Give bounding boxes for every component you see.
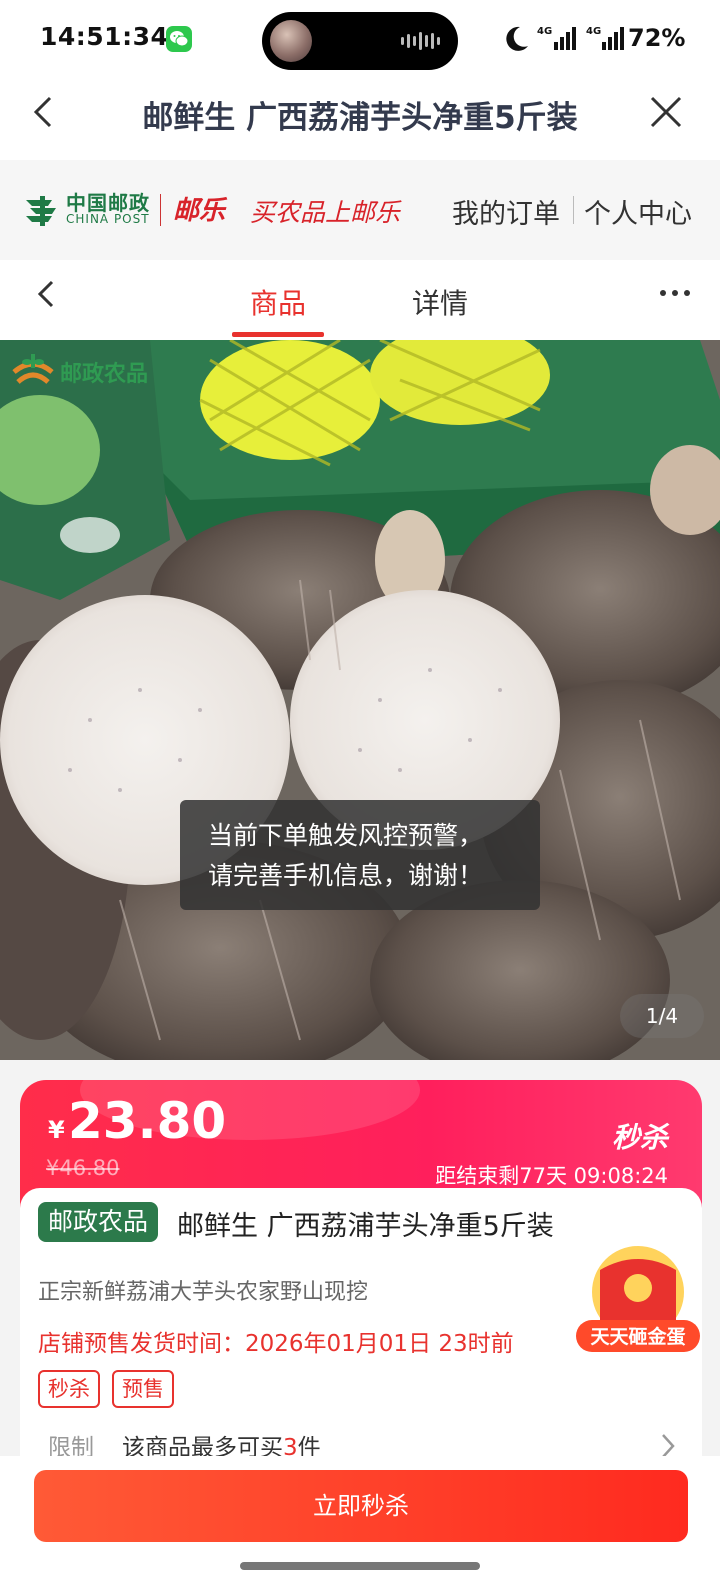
home-indicator[interactable] (240, 1562, 480, 1570)
brand-bar: 中国邮政 CHINA POST 邮乐 买农品上邮乐 我的订单 个人中心 (0, 160, 720, 260)
countdown-timer: 距结束剩77天 09:08:24 (435, 1164, 668, 1188)
network-label-1: 4G (537, 26, 553, 37)
tag-presale: 预售 (112, 1370, 174, 1408)
audio-wave-icon (401, 32, 440, 50)
tag-flash-sale: 秒杀 (38, 1370, 100, 1408)
original-price: ¥46.80 (46, 1156, 120, 1180)
more-icon[interactable] (660, 290, 690, 296)
toast-line-2: 请完善手机信息，谢谢！ (208, 861, 484, 890)
status-bar: 14:51:34 4G 4G 72% (0, 0, 720, 80)
golden-egg-icon[interactable]: 天天砸金蛋 (576, 1242, 700, 1356)
dynamic-island[interactable] (262, 12, 458, 70)
china-post-logo-icon (26, 196, 56, 226)
shop-badge: 邮政农品 (38, 1202, 159, 1242)
music-cover-avatar (270, 20, 312, 62)
watermark-text: 邮政农品 (60, 362, 149, 387)
nav-divider (573, 196, 574, 224)
youle-logo[interactable]: 邮乐 (173, 190, 225, 227)
shipping-time: 店铺预售发货时间：2026年01月01日 23时前 (38, 1331, 514, 1357)
image-page-indicator: 1/4 (620, 994, 704, 1038)
flash-sale-logo: 秒杀 (611, 1121, 668, 1154)
back-arrow-icon[interactable] (30, 274, 66, 314)
close-icon[interactable] (646, 92, 686, 132)
taro-photo (0, 340, 720, 1060)
moon-icon (506, 26, 528, 51)
active-tab-indicator (232, 332, 324, 337)
risk-warning-toast: 当前下单触发风控预警， 请完善手机信息，谢谢！ (180, 800, 540, 910)
status-time: 14:51:34 (40, 22, 169, 51)
watermark: 邮政农品 (10, 352, 148, 392)
brand-divider (160, 194, 161, 226)
currency-symbol: ¥ (48, 1116, 65, 1144)
my-orders-link[interactable]: 我的订单 (452, 192, 560, 231)
post-agri-logo-icon (12, 354, 54, 384)
brand-slogan: 买农品上邮乐 (250, 198, 401, 227)
page-title: 邮鲜生 广西荔浦芋头净重5斤装 (142, 100, 578, 136)
user-center-link[interactable]: 个人中心 (584, 192, 692, 231)
signal-icon-2 (602, 27, 624, 50)
signal-icon (554, 27, 576, 50)
china-post-en: CHINA POST (66, 212, 150, 226)
wechat-icon (166, 26, 192, 52)
tab-details[interactable]: 详情 (412, 282, 468, 322)
tab-goods[interactable]: 商品 (250, 282, 306, 322)
battery-percent: 72% (628, 24, 686, 52)
buy-now-button[interactable]: 立即秒杀 (34, 1470, 688, 1542)
toast-line-1: 当前下单触发风控预警， (208, 821, 484, 850)
product-subtitle: 正宗新鲜荔浦大芋头农家野山现挖 (38, 1280, 369, 1305)
back-arrow-icon[interactable] (26, 92, 66, 132)
tab-bar: 商品 详情 (0, 260, 720, 340)
product-image[interactable] (0, 340, 720, 1060)
title-bar: 邮鲜生 广西荔浦芋头净重5斤装 (0, 80, 720, 160)
golden-egg-label: 天天砸金蛋 (590, 1325, 685, 1348)
product-name: 邮鲜生 广西荔浦芋头净重5斤装 (177, 1211, 554, 1242)
current-price: 23.80 (68, 1092, 227, 1150)
network-label-2: 4G (586, 26, 602, 37)
